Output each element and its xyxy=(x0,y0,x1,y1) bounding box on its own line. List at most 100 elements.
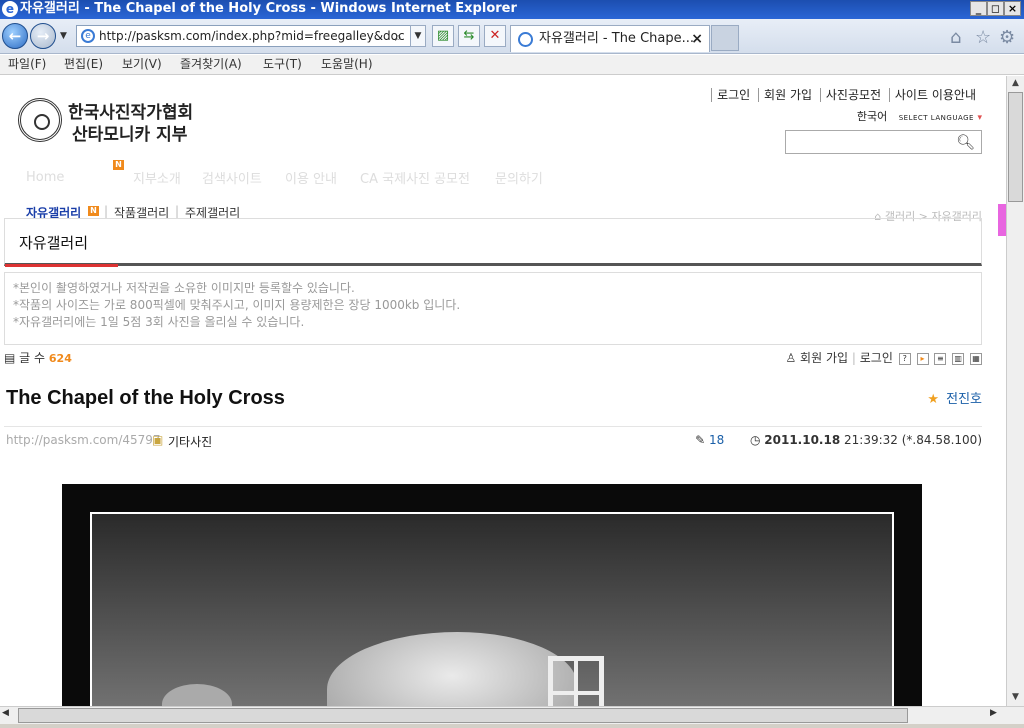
notice-line: *작품의 사이즈는 가로 800픽셀에 맞춰주시고, 이미지 용량제한은 장당 … xyxy=(13,298,461,312)
divider xyxy=(4,426,982,427)
side-marker xyxy=(998,204,1006,236)
search-address-icon[interactable]: ⌕ xyxy=(395,30,402,45)
minimize-button[interactable]: _ xyxy=(970,1,987,16)
hscroll-thumb[interactable] xyxy=(18,708,908,723)
tools-gear-icon[interactable]: ⚙ xyxy=(999,27,1015,48)
site-search-input[interactable]: 🔍︎ xyxy=(785,130,982,154)
gnb-search-sites[interactable]: 검색사이트 xyxy=(202,168,262,187)
photo-rock-small xyxy=(162,684,232,706)
restore-button[interactable]: ◻ xyxy=(987,1,1004,16)
help-icon[interactable]: ? xyxy=(898,352,911,365)
scroll-up-icon[interactable]: ▲ xyxy=(1007,76,1024,91)
scroll-left-icon[interactable]: ◀ xyxy=(2,708,9,718)
clock-icon: ◷ xyxy=(749,433,761,447)
back-button[interactable]: ← xyxy=(2,23,28,49)
menu-help[interactable]: 도움말(H) xyxy=(321,55,373,74)
address-text: http://pasksm.com/index.php?mid=freegall… xyxy=(99,29,405,43)
search-icon[interactable]: 🔍︎ xyxy=(956,133,975,151)
current-language: 한국어 xyxy=(856,110,888,123)
stop-icon[interactable]: ✕ xyxy=(484,25,506,47)
ie-icon: e xyxy=(2,1,18,17)
menu-favorites[interactable]: 즐겨찾기(A) xyxy=(180,55,242,74)
compatibility-view-icon[interactable]: ▨ xyxy=(432,25,454,47)
gnb-contact[interactable]: 문의하기 xyxy=(495,168,543,187)
post-count-value: 624 xyxy=(48,352,72,365)
photo-chapel-cross xyxy=(548,656,604,706)
active-tab-underline xyxy=(5,264,118,267)
gnb-about[interactable]: 지부소개 xyxy=(133,168,181,187)
board-title[interactable]: 자유갤러리 xyxy=(19,232,88,253)
post-count-label: 글 수 xyxy=(19,351,46,365)
post-time: 21:39:32 xyxy=(844,433,898,447)
menu-edit[interactable]: 편집(E) xyxy=(64,55,103,74)
forward-button[interactable]: → xyxy=(30,23,56,49)
post-ip: (*.84.58.100) xyxy=(901,433,982,447)
horizontal-scrollbar[interactable]: ◀ ▶ xyxy=(0,706,1024,724)
home-icon[interactable]: ⌂ xyxy=(950,27,961,48)
list-view-icon[interactable]: ≡ xyxy=(934,352,947,365)
board-tab: 자유갤러리 xyxy=(4,218,982,267)
menu-bar: 파일(F) 편집(E) 보기(V) 즐겨찾기(A) 도구(T) 도움말(H) xyxy=(0,55,1024,75)
contest-link[interactable]: 사진공모전 xyxy=(819,88,882,102)
category-icon: ▣ xyxy=(152,433,164,447)
photo-rock xyxy=(327,632,577,706)
refresh-icon[interactable]: ⇆ xyxy=(458,25,480,47)
status-bar xyxy=(0,724,1024,728)
author-name: 전진호 xyxy=(946,392,982,407)
scroll-right-icon[interactable]: ▶ xyxy=(990,708,997,718)
category-label: 기타사진 xyxy=(168,435,213,449)
scroll-down-icon[interactable]: ▼ xyxy=(1007,690,1024,705)
member-join-link[interactable]: 회원 가입 xyxy=(800,351,848,365)
vertical-scrollbar[interactable]: ▲ ▼ xyxy=(998,76,1024,706)
post-category[interactable]: ▣ 기타사진 xyxy=(152,433,213,450)
read-count-icon: ✎ xyxy=(695,433,706,447)
window-title: 자유갤러리 - The Chapel of the Holy Cross - W… xyxy=(20,1,517,16)
top-links: 로그인 회원 가입 사진공모전 사이트 이용안내 xyxy=(707,86,976,103)
web-page: 한국사진작가협회 산타모니카 지부 로그인 회원 가입 사진공모전 사이트 이용… xyxy=(0,76,1006,706)
join-link[interactable]: 회원 가입 xyxy=(758,88,813,102)
post-author[interactable]: ★ 전진호 xyxy=(927,388,982,407)
read-count: 18 xyxy=(709,433,725,447)
list-icon: ▤ xyxy=(4,351,16,365)
address-dropdown-icon[interactable]: ▼ xyxy=(410,25,426,47)
login-link[interactable]: 로그인 xyxy=(711,88,751,102)
menu-tools[interactable]: 도구(T) xyxy=(263,55,302,74)
window-title-bar: e 자유갤러리 - The Chapel of the Holy Cross -… xyxy=(0,0,1024,19)
new-tab-button[interactable] xyxy=(711,25,739,51)
chevron-down-icon: ▾ xyxy=(977,113,982,123)
gnb-home[interactable]: Home xyxy=(26,170,64,185)
board-notice: *본인이 촬영하였거나 저작권을 소유한 이미지만 등록할수 있습니다. *작품… xyxy=(4,272,982,345)
close-window-button[interactable]: × xyxy=(1004,1,1021,16)
gnb-guide[interactable]: 이용 안내 xyxy=(285,168,337,187)
rss-icon[interactable]: ▸ xyxy=(916,352,929,365)
menu-view[interactable]: 보기(V) xyxy=(122,55,162,74)
photo-frame xyxy=(90,512,894,706)
login-link-board[interactable]: 로그인 xyxy=(860,351,893,365)
page-icon: e xyxy=(81,29,95,43)
notice-line: *본인이 촬영하였거나 저작권을 소유한 이미지만 등록할수 있습니다. xyxy=(13,281,355,295)
post-date: 2011.10.18 xyxy=(764,433,841,447)
new-badge: N xyxy=(113,160,124,170)
post-url[interactable]: http://pasksm.com/45797 xyxy=(6,433,161,447)
language-selector[interactable]: 한국어 SELECT LANGUAGE ▾ xyxy=(857,108,982,124)
favorites-star-icon[interactable]: ☆ xyxy=(975,27,991,48)
site-name-line2[interactable]: 산타모니카 지부 xyxy=(72,120,187,145)
post-title: The Chapel of the Holy Cross xyxy=(6,387,285,409)
site-logo-icon[interactable] xyxy=(18,98,62,142)
gallery-view-icon[interactable]: ▦ xyxy=(970,352,982,365)
tab-page-icon xyxy=(518,32,533,47)
site-guide-link[interactable]: 사이트 이용안내 xyxy=(888,88,976,102)
notice-line: *자유갤러리에는 1일 5점 3회 사진을 올리실 수 있습니다. xyxy=(13,315,305,329)
new-badge-lnb: N xyxy=(88,206,99,216)
gnb-ca-contest[interactable]: CA 국제사진 공모전 xyxy=(360,168,470,187)
history-dropdown-icon[interactable]: ▼ xyxy=(60,31,67,41)
post-count: ▤ 글 수 624 xyxy=(4,349,72,366)
close-tab-icon[interactable]: × xyxy=(691,26,703,52)
menu-file[interactable]: 파일(F) xyxy=(8,55,46,74)
scrollbar-thumb[interactable] xyxy=(1008,92,1023,202)
browser-tab[interactable]: 자유갤러리 - The Chape... × xyxy=(510,25,710,52)
address-bar[interactable]: e http://pasksm.com/index.php?mid=freega… xyxy=(76,25,426,47)
post-photo xyxy=(62,484,922,706)
webzine-view-icon[interactable]: ▥ xyxy=(952,352,965,365)
select-language-label: SELECT LANGUAGE xyxy=(898,114,974,122)
